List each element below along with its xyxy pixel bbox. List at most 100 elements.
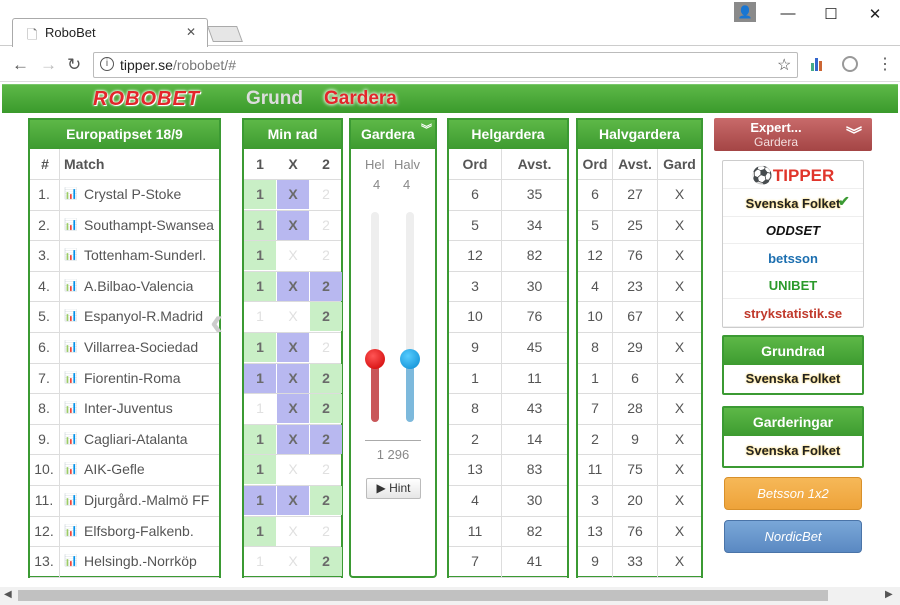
match-name[interactable]: AIK-Gefle xyxy=(84,454,219,484)
stats-icon[interactable]: 📊 xyxy=(64,179,78,209)
stats-icon[interactable]: 📊 xyxy=(64,454,78,484)
bookmark-star-icon[interactable]: ☆ xyxy=(777,55,791,75)
garderingar-box[interactable]: Garderingar Svenska Folket xyxy=(722,406,864,468)
outcome-toggle[interactable]: X xyxy=(277,424,309,454)
browser-tab[interactable] xyxy=(12,18,208,47)
outcome-toggle[interactable]: 1 xyxy=(244,547,276,576)
forward-icon[interactable]: → xyxy=(40,55,57,75)
outcome-toggle[interactable]: X xyxy=(277,271,309,301)
match-name[interactable]: Elfsborg-Falkenb. xyxy=(84,516,219,546)
scrollbar-thumb[interactable] xyxy=(18,590,828,601)
stats-icon[interactable]: 📊 xyxy=(64,424,78,454)
match-name[interactable]: Southampt-Swansea xyxy=(84,210,219,240)
extension-icon[interactable] xyxy=(842,56,858,72)
outcome-toggle[interactable]: 2 xyxy=(310,241,342,270)
nordicbet-button[interactable]: NordicBet xyxy=(724,520,862,553)
outcome-toggle[interactable]: 1 xyxy=(244,333,276,362)
outcome-toggle[interactable]: 2 xyxy=(310,271,342,301)
stats-icon[interactable]: 📊 xyxy=(64,516,78,546)
outcome-toggle[interactable]: X xyxy=(277,210,309,240)
match-name[interactable]: Djurgård.-Malmö FF xyxy=(84,485,219,515)
outcome-toggle[interactable]: 1 xyxy=(244,271,276,301)
outcome-toggle[interactable]: 2 xyxy=(310,486,342,515)
stats-icon[interactable]: 📊 xyxy=(64,546,78,576)
outcome-toggle[interactable]: X xyxy=(277,547,309,576)
outcome-toggle[interactable]: 1 xyxy=(244,210,276,240)
outcome-toggle[interactable]: X xyxy=(277,302,309,331)
match-name[interactable]: Crystal P-Stoke xyxy=(84,179,219,209)
match-name[interactable]: Cagliari-Atalanta xyxy=(84,424,219,454)
outcome-toggle[interactable]: 2 xyxy=(310,180,342,209)
hint-button[interactable]: ▶ Hint xyxy=(366,478,421,499)
chevron-down-icon[interactable]: ︾ xyxy=(421,121,432,137)
stats-icon[interactable]: 📊 xyxy=(64,332,78,362)
source-betsson[interactable]: betsson xyxy=(723,245,863,272)
scroll-right-icon[interactable]: ▶ xyxy=(885,589,893,600)
nav-gardera[interactable]: Gardera xyxy=(324,88,397,110)
outcome-toggle[interactable]: 2 xyxy=(310,517,342,546)
stats-icon[interactable]: 📊 xyxy=(64,485,78,515)
outcome-toggle[interactable]: X xyxy=(277,455,309,484)
outcome-toggle[interactable]: 1 xyxy=(244,424,276,454)
outcome-toggle[interactable]: 2 xyxy=(310,302,342,332)
betsson-1x2-button[interactable]: Betsson 1x2 xyxy=(724,477,862,510)
outcome-toggle[interactable]: X xyxy=(277,180,309,209)
minimize-button[interactable]: — xyxy=(777,5,799,25)
source-oddset[interactable]: ODDSET xyxy=(723,217,863,244)
chevron-left-icon[interactable]: ‹ xyxy=(210,300,223,345)
stats-icon[interactable]: 📊 xyxy=(64,363,78,393)
stats-icon[interactable]: 📊 xyxy=(64,271,78,301)
outcome-toggle[interactable]: 1 xyxy=(244,363,276,393)
match-name[interactable]: Espanyol-R.Madrid xyxy=(84,301,219,331)
outcome-toggle[interactable]: 2 xyxy=(310,455,342,484)
halv-slider-handle[interactable] xyxy=(400,349,420,369)
outcome-toggle[interactable]: X xyxy=(277,394,309,424)
stats-icon[interactable]: 📊 xyxy=(64,301,78,331)
nav-grund[interactable]: Grund xyxy=(246,88,303,110)
outcome-toggle[interactable]: 1 xyxy=(244,241,276,271)
source-unibet[interactable]: UNIBET xyxy=(723,272,863,299)
match-name[interactable]: Tottenham-Sunderl. xyxy=(84,240,219,270)
source-strykstatistik-se[interactable]: strykstatistik.se xyxy=(723,300,863,327)
match-name[interactable]: Helsingb.-Norrköp xyxy=(84,546,219,576)
outcome-toggle[interactable]: 2 xyxy=(310,211,342,240)
outcome-toggle[interactable]: 1 xyxy=(244,180,276,209)
outcome-toggle[interactable]: X xyxy=(277,333,309,362)
url-text[interactable]: tipper.se/robobet/# xyxy=(120,57,236,73)
outcome-toggle[interactable]: 1 xyxy=(244,394,276,423)
reload-icon[interactable]: ↻ xyxy=(67,55,81,75)
stats-icon[interactable]: 📊 xyxy=(64,210,78,240)
outcome-toggle[interactable]: 1 xyxy=(244,455,276,485)
match-name[interactable]: A.Bilbao-Valencia xyxy=(84,271,219,301)
outcome-toggle[interactable]: 2 xyxy=(310,363,342,393)
outcome-toggle[interactable]: 2 xyxy=(310,333,342,362)
stats-icon[interactable]: 📊 xyxy=(64,393,78,423)
outcome-toggle[interactable]: 2 xyxy=(310,424,342,454)
tab-close-icon[interactable]: ✕ xyxy=(186,25,196,39)
outcome-toggle[interactable]: 2 xyxy=(310,547,342,577)
outcome-toggle[interactable]: X xyxy=(277,517,309,546)
close-window-button[interactable]: ✕ xyxy=(864,5,886,25)
outcome-toggle[interactable]: 2 xyxy=(310,394,342,424)
back-icon[interactable]: ← xyxy=(12,55,29,75)
match-name[interactable]: Villarrea-Sociedad xyxy=(84,332,219,362)
scroll-left-icon[interactable]: ◀ xyxy=(4,589,12,600)
outcome-toggle[interactable]: X xyxy=(277,241,309,270)
source-tipper[interactable]: ⚽TIPPER xyxy=(723,162,863,189)
outcome-toggle[interactable]: 1 xyxy=(244,486,276,515)
outcome-toggle[interactable]: X xyxy=(277,363,309,393)
menu-icon[interactable]: ⋮ xyxy=(877,54,893,74)
new-tab-button[interactable] xyxy=(207,26,243,42)
robobet-logo[interactable]: ROBOBET xyxy=(93,88,200,111)
outcome-toggle[interactable]: 1 xyxy=(244,516,276,546)
stats-icon[interactable]: 📊 xyxy=(64,240,78,270)
outcome-toggle[interactable]: X xyxy=(277,486,309,515)
expand-icon[interactable]: ︾ xyxy=(846,121,862,145)
chart-extension-icon[interactable] xyxy=(810,57,824,71)
hel-slider-handle[interactable] xyxy=(365,349,385,369)
info-icon[interactable]: i xyxy=(100,57,114,71)
profile-icon[interactable]: 👤 xyxy=(734,2,756,22)
outcome-toggle[interactable]: 1 xyxy=(244,302,276,331)
match-name[interactable]: Inter-Juventus xyxy=(84,393,219,423)
match-name[interactable]: Fiorentin-Roma xyxy=(84,363,219,393)
